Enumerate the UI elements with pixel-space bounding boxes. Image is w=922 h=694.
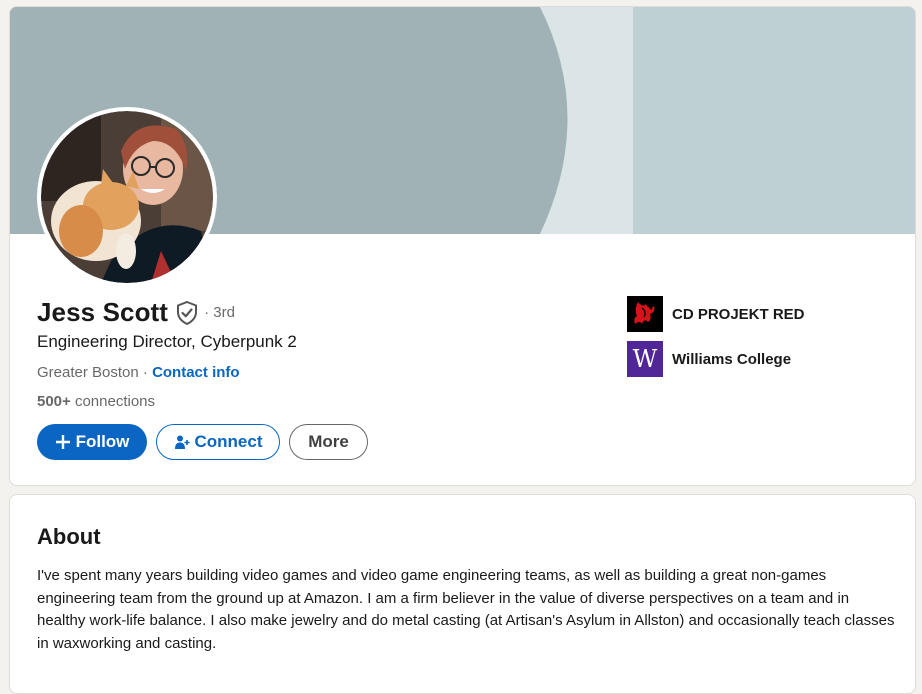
plus-icon: [55, 434, 71, 450]
cdpr-logo: [627, 296, 663, 332]
profile-name: Jess Scott: [37, 297, 169, 327]
more-button[interactable]: More: [289, 424, 368, 460]
follow-button[interactable]: Follow: [37, 424, 147, 460]
org-name-williams: Williams College: [672, 350, 792, 368]
connection-degree: · 3rd: [204, 304, 235, 321]
avatar[interactable]: [41, 111, 213, 283]
org-name-cdpr: CD PROJEKT RED: [672, 305, 805, 323]
org-williams-college[interactable]: W Williams College: [627, 341, 791, 377]
location-separator: ·: [138, 364, 153, 381]
location-row: Greater Boston · Contact info: [37, 364, 240, 381]
follow-label: Follow: [75, 432, 130, 451]
connections-label: connections: [70, 393, 156, 410]
connections-count[interactable]: 500+ connections: [37, 393, 155, 410]
connections-number: 500+: [37, 393, 71, 410]
about-title: About: [37, 524, 101, 549]
profile-card: Jess Scott · 3rd Engineering Director, C…: [9, 6, 916, 486]
connect-button[interactable]: Connect: [156, 424, 280, 460]
about-text: I've spent many years building video gam…: [37, 567, 895, 652]
location-text: Greater Boston: [37, 364, 139, 381]
contact-info-link[interactable]: Contact info: [152, 364, 240, 381]
williams-logo: W: [627, 341, 663, 377]
avatar-ring: [37, 107, 217, 287]
add-person-icon: [174, 434, 190, 450]
about-card: About I've spent many years building vid…: [9, 494, 916, 694]
profile-headline: Engineering Director, Cyberpunk 2: [37, 332, 297, 351]
name-row: Jess Scott · 3rd: [37, 297, 235, 328]
verified-icon[interactable]: [176, 300, 198, 325]
org-cd-projekt-red[interactable]: CD PROJEKT RED: [627, 296, 805, 332]
connect-label: Connect: [194, 432, 263, 451]
